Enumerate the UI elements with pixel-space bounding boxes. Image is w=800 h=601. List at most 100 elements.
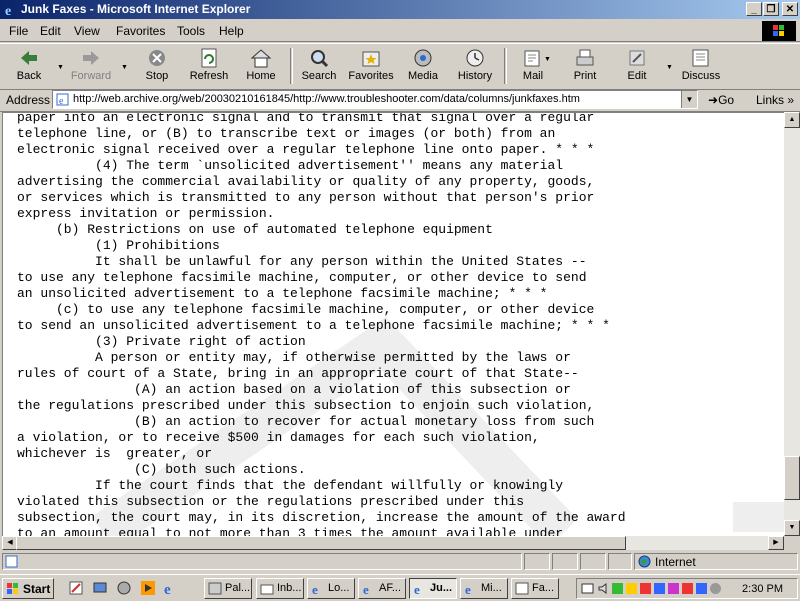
mail-icon [524, 50, 540, 67]
taskbar-item[interactable]: e Lo... [307, 578, 355, 599]
address-dropdown-icon[interactable]: ▼ [681, 91, 697, 108]
history-label: History [457, 70, 493, 82]
horizontal-scroll-thumb[interactable] [16, 536, 626, 550]
close-button[interactable]: ✕ [782, 2, 798, 16]
vertical-scrollbar[interactable]: ▲ ▼ [784, 112, 800, 536]
quicklaunch-media-icon[interactable] [140, 580, 156, 596]
svg-text:e: e [414, 582, 420, 595]
text-line: paper into an electronic signal and to t… [17, 112, 595, 125]
tray-speaker-icon[interactable] [597, 582, 610, 595]
scroll-down-button[interactable]: ▼ [784, 520, 800, 536]
media-label: Media [408, 70, 438, 82]
menu-tools[interactable]: Tools [177, 24, 205, 38]
tray-app-icon[interactable] [667, 582, 680, 595]
taskbar-item-label: Inb... [277, 582, 302, 594]
print-button[interactable]: Print [560, 46, 610, 86]
text-line: (1) Prohibitions [17, 238, 220, 253]
forward-label: Forward [70, 70, 112, 82]
edit-button[interactable]: Edit [612, 46, 662, 86]
tray-app-icon[interactable] [625, 582, 638, 595]
forward-button[interactable]: Forward [66, 46, 116, 86]
quicklaunch-ie-icon[interactable]: e [162, 580, 178, 596]
tray-app-icon[interactable] [709, 582, 722, 595]
vertical-scroll-thumb[interactable] [784, 456, 800, 500]
back-label: Back [16, 70, 42, 82]
edit-dropdown-icon[interactable]: ▼ [666, 64, 673, 71]
discuss-button[interactable]: Discuss [676, 46, 726, 86]
search-button[interactable]: Search [294, 46, 344, 86]
taskbar-item[interactable]: e AF... [358, 578, 406, 599]
media-button[interactable]: Media [398, 46, 448, 86]
favorites-label: Favorites [348, 70, 394, 82]
address-input[interactable]: e http://web.archive.org/web/20030210161… [52, 90, 698, 109]
stop-icon [149, 50, 165, 66]
svg-text:e: e [164, 582, 171, 596]
svg-text:e: e [363, 582, 369, 595]
stop-button[interactable]: Stop [132, 46, 182, 86]
history-button[interactable]: History [450, 46, 500, 86]
tray-app-icon[interactable] [681, 582, 694, 595]
minimize-button[interactable]: _ [746, 2, 762, 16]
print-label: Print [573, 70, 597, 82]
svg-text:e: e [465, 582, 471, 595]
links-button[interactable]: Links » [756, 93, 794, 107]
toolbar-separator [504, 48, 507, 84]
inbox-icon [260, 584, 274, 595]
maximize-button[interactable]: ❐ [763, 2, 779, 16]
quicklaunch-network-icon[interactable] [92, 580, 108, 596]
back-button[interactable]: Back [4, 46, 54, 86]
scroll-right-button[interactable]: ▶ [768, 536, 784, 550]
article-text: paper into an electronic signal and to t… [17, 112, 626, 537]
menu-help[interactable]: Help [219, 24, 244, 38]
taskbar-item[interactable]: Pal... [204, 578, 252, 599]
refresh-icon [201, 48, 217, 68]
mail-button[interactable]: Mail [508, 46, 558, 86]
go-button[interactable]: ➜Go [708, 93, 734, 107]
home-button[interactable]: Home [236, 46, 286, 86]
tray-app-icon[interactable] [695, 582, 708, 595]
history-icon [466, 49, 484, 67]
home-icon [250, 49, 272, 68]
text-line: to send an unsolicited advertisement to … [17, 318, 610, 333]
tray-app-icon[interactable] [611, 582, 624, 595]
tray-app-icon[interactable] [653, 582, 666, 595]
horizontal-scrollbar[interactable]: ◀ ▶ [2, 536, 784, 550]
menu-view[interactable]: View [74, 24, 100, 38]
windows-flag-icon [7, 583, 18, 594]
start-button[interactable]: Start [2, 578, 54, 599]
taskbar-item[interactable]: e Mi... [460, 578, 508, 599]
quicklaunch-notepad-icon[interactable] [68, 580, 84, 596]
menu-edit[interactable]: Edit [40, 24, 61, 38]
zone-pane: Internet [634, 553, 798, 570]
windows-throbber-icon [762, 21, 796, 41]
mail-dropdown-icon[interactable]: ▼ [544, 56, 551, 63]
back-dropdown-icon[interactable]: ▼ [57, 64, 64, 71]
text-line: or services which is transmitted to any … [17, 190, 595, 205]
tray-network-icon[interactable] [581, 582, 594, 595]
edit-icon [629, 50, 645, 66]
search-icon [311, 50, 329, 68]
home-label: Home [246, 70, 276, 82]
text-line: A person or entity may, if otherwise per… [17, 350, 571, 365]
text-line: (4) The term `unsolicited advertisement'… [17, 158, 564, 173]
taskbar-item-active[interactable]: e Ju... [409, 578, 457, 599]
text-line: rules of court of a State, bring in an a… [17, 366, 579, 381]
svg-text:e: e [312, 582, 318, 595]
refresh-button[interactable]: Refresh [184, 46, 234, 86]
quicklaunch-tool-icon[interactable] [116, 580, 132, 596]
tray-app-icon[interactable] [639, 582, 652, 595]
menu-file[interactable]: File [9, 24, 28, 38]
search-label: Search [301, 70, 337, 82]
app-icon [515, 582, 529, 595]
favorites-button[interactable]: Favorites [346, 46, 396, 86]
back-arrow-icon [21, 51, 37, 65]
discuss-icon [692, 49, 709, 67]
menu-favorites[interactable]: Favorites [116, 24, 165, 38]
forward-dropdown-icon[interactable]: ▼ [121, 64, 128, 71]
status-pane [608, 553, 632, 570]
taskbar-item[interactable]: Fa... [511, 578, 559, 599]
status-pane [552, 553, 578, 570]
scroll-up-button[interactable]: ▲ [784, 112, 800, 128]
taskbar-item-label: AF... [379, 582, 402, 594]
taskbar-item[interactable]: Inb... [256, 578, 304, 599]
